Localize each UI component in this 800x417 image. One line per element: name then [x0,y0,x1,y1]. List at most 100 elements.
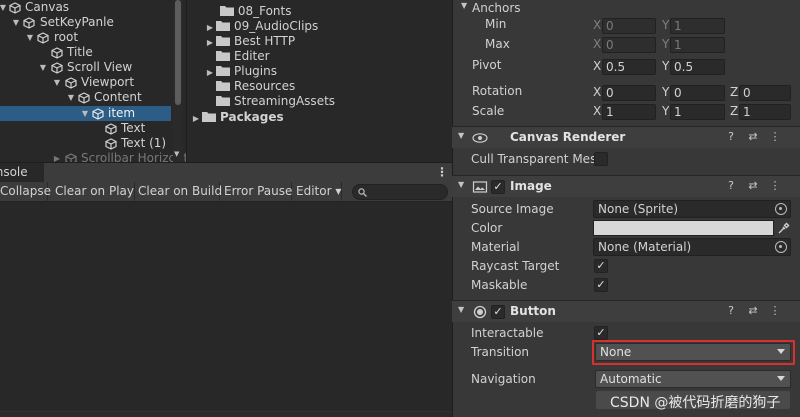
hierarchy-item-text[interactable]: Text [0,121,186,136]
console-detail-divider[interactable] [0,411,452,417]
hierarchy-item-setkeypanle[interactable]: ▼ SetKeyPanle [0,15,186,30]
pivot-y-field[interactable]: 0.5 [670,59,725,75]
object-picker-icon[interactable] [775,203,787,215]
hierarchy-item-label: Scroll View [67,60,133,74]
rotation-y-field[interactable]: 0 [670,85,725,101]
cull-transparent-mesh-label: Cull Transparent Mesh [471,152,604,166]
expand-arrow-icon[interactable]: ▼ [25,30,35,45]
expand-arrow-icon[interactable]: ▼ [66,90,76,105]
project-item-label: 08_Fonts [237,4,292,18]
expand-arrow-icon[interactable]: ▼ [38,60,48,75]
eyedropper-icon[interactable] [777,222,790,235]
fold-arrow-icon[interactable]: ▼ [458,180,464,189]
project-folder-plugins[interactable]: ▶ Plugins [204,63,277,79]
help-icon[interactable]: ? [720,130,742,143]
anchors-min-y-field[interactable]: 1 [670,18,725,34]
clear-on-build-label: Clear on Build [138,184,223,198]
button-component-header[interactable]: ▼ ✓ Button ? ⇄ ⋮ [452,300,800,322]
fold-arrow-icon[interactable]: ▼ [458,131,464,140]
cull-transparent-mesh-checkbox[interactable] [594,152,608,166]
navigation-value: Automatic [600,372,662,386]
object-picker-icon[interactable] [775,241,787,253]
hierarchy-item-scroll-view[interactable]: ▼ Scroll View [0,60,186,75]
hierarchy-item-label: root [54,30,79,44]
image-component-header[interactable]: ▼ ✓ Image ? ⇄ ⋮ [452,175,800,197]
expand-arrow-icon[interactable]: ▼ [80,106,90,121]
project-folder-resources[interactable]: Resources [204,78,295,94]
project-folder-streamingassets[interactable]: StreamingAssets [204,93,335,109]
project-folder-08-fonts[interactable]: 08_Fonts [204,3,291,19]
hierarchy-item-title[interactable]: Title [0,45,186,60]
component-menu-icon[interactable]: ⋮ [764,130,786,143]
hierarchy-item-item-selected[interactable]: ▼ item [0,106,171,121]
rotation-x-field[interactable]: 0 [602,85,656,101]
project-folder-best-http[interactable]: ▶ Best HTTP [204,33,295,49]
pivot-x-field[interactable]: 0.5 [602,59,656,75]
tab-console[interactable]: Console [0,163,44,183]
hierarchy-item-content[interactable]: ▼ Content [0,90,186,105]
scrollbar-thumb[interactable] [175,0,181,105]
project-folder-editer[interactable]: Editer [204,48,270,64]
hierarchy-item-canvas[interactable]: ▼ Canvas [0,0,186,15]
raycast-target-checkbox[interactable]: ✓ [594,259,608,273]
error-pause-button[interactable]: Error Pause [220,182,292,202]
project-folder-packages[interactable]: ▶ Packages [190,109,284,125]
expand-arrow-icon[interactable]: ▼ [0,0,8,15]
expand-arrow-icon[interactable]: ▶ [52,151,62,162]
image-enabled-checkbox[interactable]: ✓ [491,180,505,194]
console-menu-kebab-icon[interactable]: ⋮ [436,165,448,179]
clear-on-build-button[interactable]: Clear on Build [134,182,223,202]
project-folder-09-audioclips[interactable]: ▶ 09_AudioClips [204,18,318,34]
component-menu-icon[interactable]: ⋮ [764,304,786,317]
material-field[interactable]: None (Material) [593,238,791,256]
help-icon[interactable]: ? [720,179,742,192]
source-image-field[interactable]: None (Sprite) [593,200,791,218]
expand-arrow-icon[interactable]: ▶ [190,111,202,127]
csdn-watermark: CSDN @被代码折磨的狗子 [610,395,781,411]
hierarchy-panel: ▼ Canvas ▼ SetKeyPanle ▼ root Title ▼ Sc… [0,0,186,162]
hierarchy-scrollbar[interactable]: ▼ [173,0,183,162]
button-enabled-checkbox[interactable]: ✓ [491,305,505,319]
maskable-checkbox[interactable]: ✓ [594,278,608,292]
gameobject-cube-icon [9,2,21,14]
clear-on-play-button[interactable]: Clear on Play [51,182,135,202]
interactable-checkbox[interactable]: ✓ [594,326,608,340]
collapse-button-label: Collapse [0,184,51,198]
expand-arrow-icon[interactable]: ▼ [52,75,62,90]
gameobject-cube-icon [92,108,104,120]
scale-x-field[interactable]: 1 [602,104,656,120]
anchors-max-x-field[interactable]: 0 [602,37,656,53]
editor-dropdown[interactable]: Editor ▾ [292,182,342,202]
presets-icon[interactable]: ⇄ [742,179,764,192]
color-swatch[interactable] [593,220,774,236]
collapse-button[interactable]: Collapse [0,182,51,202]
anchors-min-x-field[interactable]: 0 [602,18,656,34]
scale-z-field[interactable]: 1 [739,104,791,120]
hierarchy-item-viewport[interactable]: ▼ Viewport [0,75,186,90]
rotation-z-field[interactable]: 0 [739,85,791,101]
navigation-dropdown[interactable]: Automatic [595,370,791,388]
expand-arrow-icon[interactable]: ▼ [11,15,21,30]
folder-icon [216,36,230,46]
component-menu-icon[interactable]: ⋮ [764,179,786,192]
presets-icon[interactable]: ⇄ [742,304,764,317]
clear-on-play-label: Clear on Play [55,184,134,198]
canvas-renderer-header[interactable]: ▼ Canvas Renderer ? ⇄ ⋮ [452,126,800,148]
console-log-area[interactable] [0,203,452,417]
hierarchy-item-text-1[interactable]: Text (1) [0,136,186,151]
scale-y-field[interactable]: 1 [670,104,725,120]
fold-arrow-icon[interactable]: ▼ [458,305,464,314]
hierarchy-item-scrollbar-horizontal[interactable]: ▶ Scrollbar Horizontal [0,151,186,162]
help-icon[interactable]: ? [720,304,742,317]
axis-z-label: Z [730,104,739,118]
project-item-label: Best HTTP [234,34,296,48]
presets-icon[interactable]: ⇄ [742,130,764,143]
console-search-input[interactable] [352,184,448,200]
anchors-fold-arrow-icon[interactable]: ▼ [461,1,467,10]
console-toolbar: Collapse Clear on Play Clear on Build Er… [0,182,452,202]
scroll-down-arrow-icon[interactable]: ▼ [174,150,179,158]
hierarchy-item-label: Text [121,121,146,135]
pivot-label: Pivot [472,58,502,72]
anchors-max-y-field[interactable]: 1 [670,37,725,53]
hierarchy-item-root[interactable]: ▼ root [0,30,186,45]
